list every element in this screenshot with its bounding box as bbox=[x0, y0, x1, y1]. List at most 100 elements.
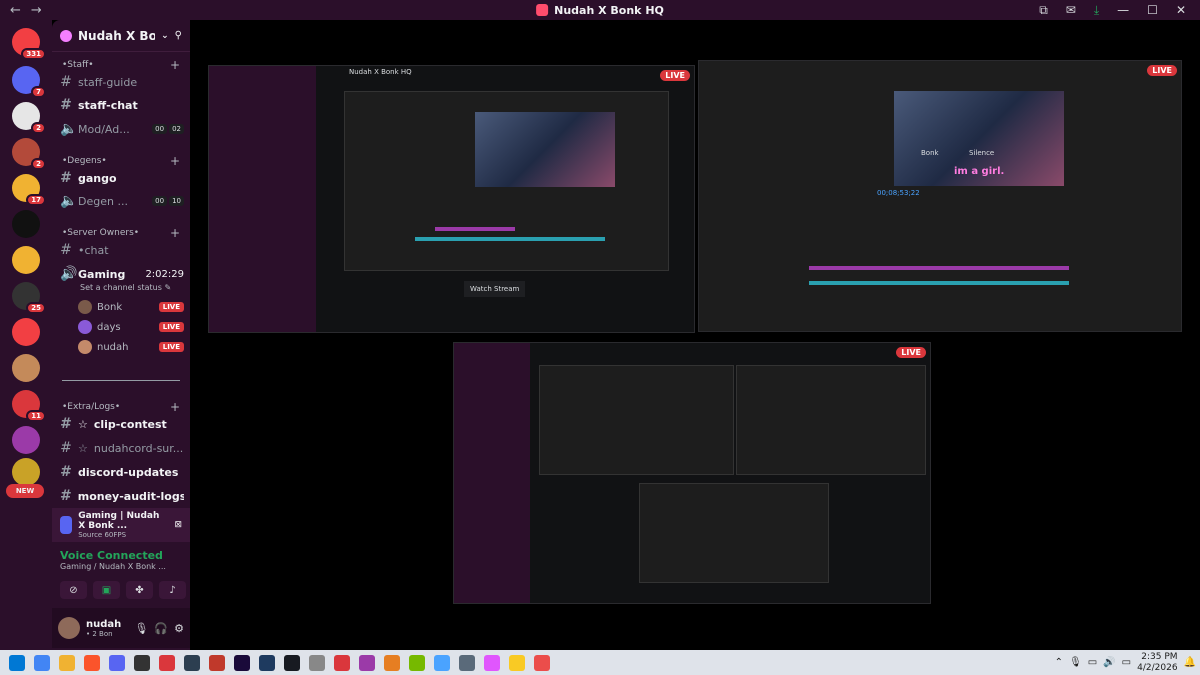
channel-label: Gaming bbox=[78, 267, 126, 281]
category-staff[interactable]: •Staff• + bbox=[62, 58, 180, 72]
add-channel-icon[interactable]: + bbox=[170, 400, 180, 414]
premiere-icon[interactable] bbox=[234, 654, 250, 671]
channel-nudahcord[interactable]: # ☆ nudahcord-sur... bbox=[60, 438, 184, 458]
activity-panel[interactable]: Gaming | Nudah X Bonk ... Source 60FPS ⊠ bbox=[52, 508, 190, 542]
network-icon[interactable]: ▭ bbox=[1088, 657, 1097, 668]
channel-staff-chat[interactable]: # staff-chat bbox=[60, 95, 184, 115]
channel-chat[interactable]: # •chat bbox=[60, 240, 184, 260]
user-name: nudah bbox=[86, 618, 122, 630]
app-icon[interactable] bbox=[184, 654, 200, 671]
soundboard-icon[interactable]: ♪ bbox=[159, 581, 186, 599]
taskbar: ⌃ 🎙 ▭ 🔊 ▭ 2:35 PM 4/2/2026 🔔 bbox=[0, 650, 1200, 675]
stream-tile-2[interactable]: Bonk Silence im a girl. 00;08;53;22 LIVE bbox=[698, 60, 1182, 332]
chrome-icon[interactable] bbox=[34, 654, 50, 671]
activity-title: Gaming | Nudah X Bonk ... bbox=[78, 511, 160, 531]
discord-icon[interactable] bbox=[109, 654, 125, 671]
category-extra-logs[interactable]: •Extra/Logs• + bbox=[62, 400, 180, 414]
mic-icon[interactable]: 🎙 bbox=[134, 622, 148, 635]
map-pin-icon[interactable] bbox=[534, 654, 550, 671]
activities-icon[interactable]: ✤ bbox=[126, 581, 153, 599]
add-channel-icon[interactable]: + bbox=[170, 58, 180, 72]
app-icon[interactable] bbox=[434, 654, 450, 671]
guild-header[interactable]: Nudah X Bo... ⌄ ⚲ bbox=[52, 20, 190, 52]
app-icon[interactable] bbox=[159, 654, 175, 671]
steam-icon[interactable] bbox=[284, 654, 300, 671]
timeline-track bbox=[809, 281, 1069, 285]
server-2[interactable]: 2 bbox=[12, 102, 46, 134]
server-12[interactable] bbox=[12, 458, 40, 486]
folder-icon[interactable] bbox=[59, 654, 75, 671]
voice-user-bonk[interactable]: Bonk LIVE bbox=[78, 298, 184, 316]
headset-icon[interactable]: 🎧 bbox=[154, 622, 168, 635]
voice-channel[interactable]: Gaming / Nudah X Bonk ... bbox=[60, 562, 182, 571]
channel-clip-contest[interactable]: # ☆ clip-contest bbox=[60, 414, 184, 434]
app-icon[interactable] bbox=[209, 654, 225, 671]
start-icon[interactable] bbox=[9, 654, 25, 671]
clock[interactable]: 2:35 PM 4/2/2026 bbox=[1137, 652, 1177, 674]
download-icon[interactable]: ⤓ bbox=[1094, 3, 1099, 18]
stream-tile-3[interactable]: LIVE bbox=[453, 342, 931, 604]
server-8[interactable] bbox=[12, 318, 40, 346]
user-sub: • 2 Bon bbox=[86, 629, 113, 638]
app-icon[interactable] bbox=[509, 654, 525, 671]
server-3[interactable]: 2 bbox=[12, 138, 46, 170]
minimize-button[interactable]: — bbox=[1117, 3, 1129, 17]
server-1[interactable]: 7 bbox=[12, 66, 46, 98]
server-home[interactable]: 331 bbox=[12, 28, 46, 60]
channel-status-prompt[interactable]: Set a channel status ✎ bbox=[80, 283, 171, 292]
close-button[interactable]: ✕ bbox=[1176, 3, 1186, 17]
channel-mod-admin[interactable]: 🔈 Mod/Ad... 00 02 bbox=[60, 119, 184, 139]
add-member-icon[interactable]: ⚲ bbox=[175, 30, 182, 41]
channel-discord-updates[interactable]: # discord-updates bbox=[60, 462, 184, 482]
avatar[interactable] bbox=[58, 617, 80, 639]
calculator-icon[interactable] bbox=[459, 654, 475, 671]
mic-icon[interactable]: 🎙 bbox=[1069, 657, 1082, 668]
category-server-owners[interactable]: •Server Owners• + bbox=[62, 226, 180, 240]
camera-off-icon[interactable]: ⊘ bbox=[60, 581, 87, 599]
stop-stream-icon[interactable]: ⊠ bbox=[174, 520, 182, 530]
inbox-icon[interactable]: ✉ bbox=[1066, 3, 1076, 17]
channel-degen-vc[interactable]: 🔈 Degen ... 00 10 bbox=[60, 191, 184, 211]
channel-gango[interactable]: # gango bbox=[60, 168, 184, 188]
server-4[interactable]: 17 bbox=[12, 174, 46, 206]
server-5[interactable] bbox=[12, 210, 40, 238]
channel-gaming[interactable]: 🔊 Gaming 2:02:29 bbox=[60, 264, 184, 284]
server-10[interactable]: 11 bbox=[12, 390, 46, 422]
speaker-icon: 🔊 bbox=[60, 266, 78, 282]
server-6[interactable] bbox=[12, 246, 40, 274]
channel-staff-guide[interactable]: # staff-guide bbox=[60, 72, 184, 92]
screen-share-icon[interactable]: ⧉ bbox=[1039, 3, 1048, 18]
brave-icon[interactable] bbox=[84, 654, 100, 671]
battery-icon[interactable]: ▭ bbox=[1122, 657, 1131, 668]
back-button[interactable]: ← bbox=[10, 3, 21, 18]
app-icon[interactable] bbox=[484, 654, 500, 671]
notification-icon[interactable]: 🔔 bbox=[1184, 657, 1196, 668]
server-badge: 7 bbox=[31, 86, 46, 98]
add-channel-icon[interactable]: + bbox=[170, 154, 180, 168]
app-icon[interactable] bbox=[259, 654, 275, 671]
voice-user-nudah[interactable]: nudah LIVE bbox=[78, 338, 184, 356]
forward-button[interactable]: → bbox=[31, 3, 42, 18]
channel-money-audit[interactable]: # money-audit-logs bbox=[60, 486, 184, 506]
gear-icon[interactable]: ⚙ bbox=[174, 622, 184, 635]
voice-user-days[interactable]: days LIVE bbox=[78, 318, 184, 336]
chevron-down-icon[interactable]: ⌄ bbox=[161, 31, 169, 41]
server-11[interactable] bbox=[12, 426, 40, 454]
server-9[interactable] bbox=[12, 354, 40, 382]
category-degens[interactable]: •Degens• + bbox=[62, 154, 180, 168]
server-7[interactable]: 25 bbox=[12, 282, 46, 314]
speaker-icon: 🔈 bbox=[60, 193, 78, 209]
app-icon[interactable] bbox=[384, 654, 400, 671]
maximize-button[interactable]: ☐ bbox=[1147, 3, 1158, 17]
app-icon[interactable] bbox=[334, 654, 350, 671]
stream-tile-1[interactable]: Nudah X Bonk HQ Watch Stream LIVE bbox=[208, 65, 695, 333]
terminal-icon[interactable] bbox=[134, 654, 150, 671]
chevron-up-icon[interactable]: ⌃ bbox=[1055, 657, 1063, 668]
app-icon[interactable] bbox=[359, 654, 375, 671]
watch-stream-button[interactable]: Watch Stream bbox=[464, 281, 526, 297]
screen-share-icon[interactable]: ▣ bbox=[93, 581, 120, 599]
volume-icon[interactable]: 🔊 bbox=[1103, 657, 1115, 668]
app-icon[interactable] bbox=[309, 654, 325, 671]
nvidia-icon[interactable] bbox=[409, 654, 425, 671]
add-channel-icon[interactable]: + bbox=[170, 226, 180, 240]
